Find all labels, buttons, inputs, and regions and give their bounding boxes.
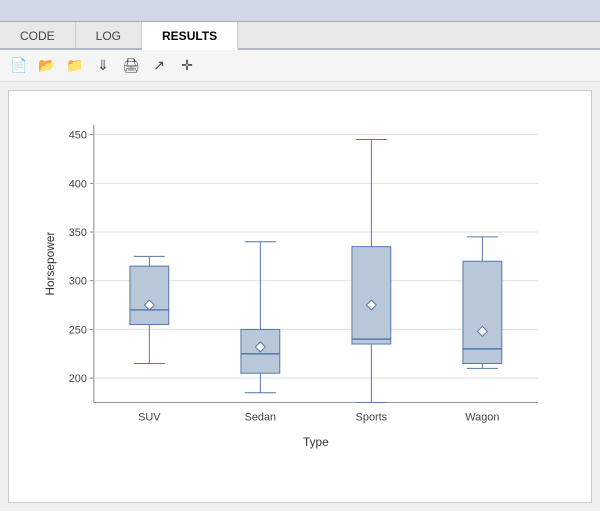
svg-text:450: 450 xyxy=(69,130,87,142)
tab-log[interactable]: LOG xyxy=(76,22,142,48)
svg-text:Horsepower: Horsepower xyxy=(43,232,57,296)
title-bar xyxy=(0,0,600,22)
svg-text:200: 200 xyxy=(69,373,87,385)
svg-text:400: 400 xyxy=(69,178,87,190)
toolbar-btn-6[interactable]: ↗ xyxy=(148,55,170,77)
svg-text:SUV: SUV xyxy=(138,411,161,423)
tab-code[interactable]: CODE xyxy=(0,22,76,48)
svg-text:Wagon: Wagon xyxy=(465,411,499,423)
svg-text:350: 350 xyxy=(69,227,87,239)
svg-text:300: 300 xyxy=(69,276,87,288)
svg-text:Type: Type xyxy=(303,435,329,449)
chart-svg: 200 250 300 350 400 450 Horsepower Type SUV Sedan… xyxy=(25,115,575,452)
toolbar-btn-5[interactable]: 🖨 xyxy=(120,55,142,77)
toolbar: 📄 📂 📁 ⇓ 🖨 ↗ ✛ xyxy=(0,50,600,82)
svg-text:Sports: Sports xyxy=(356,411,388,423)
toolbar-btn-3[interactable]: 📁 xyxy=(64,55,86,77)
toolbar-btn-1[interactable]: 📄 xyxy=(8,55,30,77)
svg-text:Sedan: Sedan xyxy=(245,411,277,423)
toolbar-btn-7[interactable]: ✛ xyxy=(176,55,198,77)
chart-area: 200 250 300 350 400 450 Horsepower Type SUV Sedan… xyxy=(8,90,592,503)
svg-text:250: 250 xyxy=(69,324,87,336)
chart-inner: 200 250 300 350 400 450 Horsepower Type SUV Sedan… xyxy=(25,115,575,452)
tab-bar: CODE LOG RESULTS xyxy=(0,22,600,50)
tab-results[interactable]: RESULTS xyxy=(142,22,238,50)
toolbar-btn-4[interactable]: ⇓ xyxy=(92,55,114,77)
toolbar-btn-2[interactable]: 📂 xyxy=(36,55,58,77)
